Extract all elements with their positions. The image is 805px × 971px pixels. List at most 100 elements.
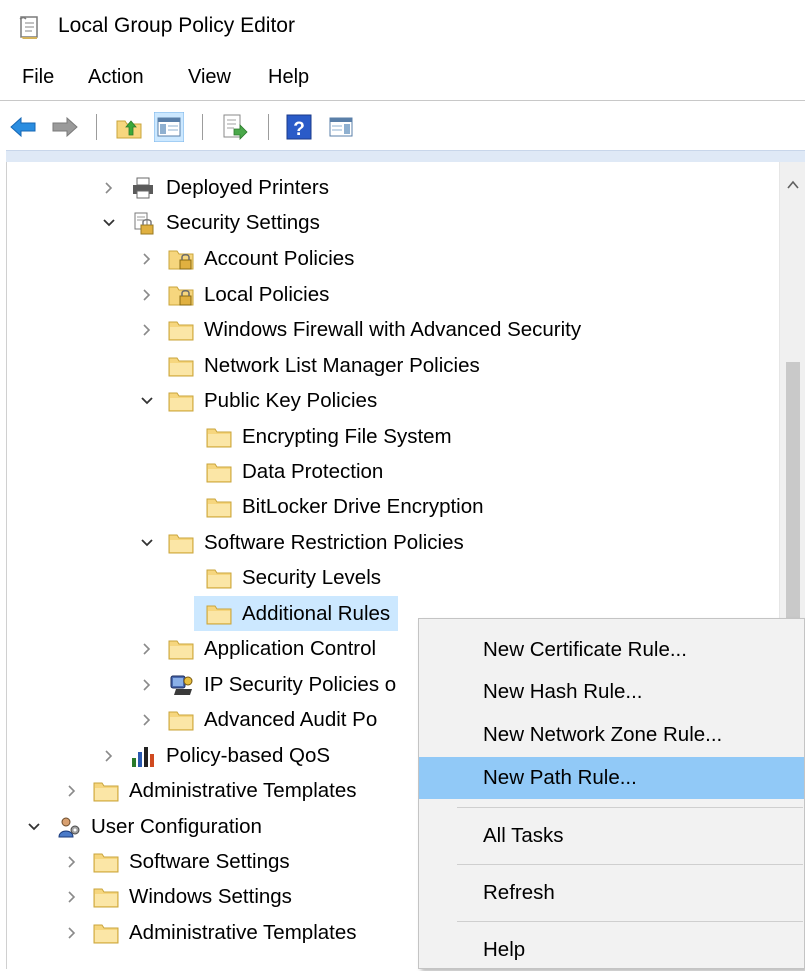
menu-action[interactable]: Action — [86, 66, 146, 89]
title-bar: Local Group Policy Editor — [0, 0, 805, 56]
export-list-icon[interactable] — [220, 112, 250, 142]
forward-arrow-icon[interactable] — [50, 112, 80, 142]
tree-item-label: Encrypting File System — [242, 424, 452, 448]
menu-item-new-path-rule[interactable]: New Path Rule... — [419, 757, 804, 799]
locked-folder-icon — [168, 286, 194, 305]
show-hide-console-tree-icon[interactable] — [154, 112, 184, 142]
back-arrow-icon[interactable] — [8, 112, 38, 142]
tree-item-label: User Configuration — [91, 814, 262, 838]
context-menu: New Certificate Rule... New Hash Rule...… — [418, 618, 805, 969]
folder-icon — [168, 711, 194, 730]
tree-item-additional-rules[interactable]: Additional Rules — [194, 596, 399, 631]
folder-icon — [168, 321, 194, 340]
menu-item-help[interactable]: Help — [419, 929, 804, 971]
tree-item-label: Deployed Printers — [166, 175, 329, 199]
chevron-right-icon[interactable] — [138, 640, 156, 658]
tree-item-label: Local Policies — [204, 282, 330, 306]
tree-item-public-key-policies[interactable]: Public Key Policies — [138, 383, 377, 418]
tree-item-label: Software Settings — [129, 849, 290, 873]
tree-item-data-protection[interactable]: Data Protection — [176, 454, 383, 489]
tree-item-deployed-printers[interactable]: Deployed Printers — [100, 170, 329, 205]
menu-help[interactable]: Help — [266, 66, 311, 89]
chevron-down-icon[interactable] — [25, 818, 43, 836]
tree-item-software-settings[interactable]: Software Settings — [63, 844, 290, 879]
folder-icon — [206, 498, 232, 517]
user-config-icon — [58, 817, 80, 837]
menu-item-refresh[interactable]: Refresh — [419, 872, 804, 914]
security-settings-icon — [134, 212, 154, 234]
tree-item-label: Policy-based QoS — [166, 743, 331, 767]
tree-item-security-settings[interactable]: Security Settings — [100, 205, 320, 240]
chevron-right-icon[interactable] — [63, 888, 81, 906]
toolbar-separator — [202, 114, 203, 140]
tree-item-label: BitLocker Drive Encryption — [242, 494, 484, 518]
tree-item-administrative-templates[interactable]: Administrative Templates — [63, 773, 357, 808]
folder-icon — [168, 357, 194, 376]
tree-item-user-configuration[interactable]: User Configuration — [25, 809, 262, 844]
tree-item-label: Windows Settings — [129, 884, 292, 908]
tree-item-bitlocker[interactable]: BitLocker Drive Encryption — [176, 489, 484, 524]
menu-separator — [457, 921, 803, 922]
menu-item-new-hash-rule[interactable]: New Hash Rule... — [419, 671, 804, 713]
tree-item-software-restriction-policies[interactable]: Software Restriction Policies — [138, 525, 464, 560]
chevron-right-icon[interactable] — [138, 711, 156, 729]
chevron-right-icon[interactable] — [63, 924, 81, 942]
tree-item-label: Public Key Policies — [204, 388, 378, 412]
scroll-up-arrow-icon[interactable] — [786, 178, 800, 192]
printer-icon — [133, 177, 153, 198]
tree-item-account-policies[interactable]: Account Policies — [138, 241, 354, 276]
tree-item-label: Network List Manager Policies — [204, 353, 480, 377]
tree-item-windows-settings[interactable]: Windows Settings — [63, 879, 292, 914]
tree-item-network-list-manager[interactable]: Network List Manager Policies — [138, 348, 480, 383]
tree-item-user-administrative-templates[interactable]: Administrative Templates — [63, 915, 357, 950]
up-folder-icon[interactable] — [114, 112, 144, 142]
tree-item-windows-firewall[interactable]: Windows Firewall with Advanced Security — [138, 312, 581, 347]
folder-icon — [206, 428, 232, 447]
chevron-right-icon[interactable] — [100, 179, 118, 197]
help-icon[interactable]: ? — [284, 112, 314, 142]
folder-icon — [206, 605, 232, 624]
tree-item-local-policies[interactable]: Local Policies — [138, 277, 329, 312]
tree-item-label: IP Security Policies o — [204, 672, 397, 696]
chevron-right-icon[interactable] — [138, 286, 156, 304]
chevron-down-icon[interactable] — [100, 214, 118, 232]
tree-item-label: Windows Firewall with Advanced Security — [204, 317, 582, 341]
folder-icon — [206, 463, 232, 482]
chevron-down-icon[interactable] — [138, 534, 156, 552]
tree-item-encrypting-file-system[interactable]: Encrypting File System — [176, 419, 452, 454]
chevron-down-icon[interactable] — [138, 392, 156, 410]
tree-item-advanced-audit[interactable]: Advanced Audit Po — [138, 702, 377, 737]
tree-item-policy-based-qos[interactable]: Policy-based QoS — [100, 738, 330, 773]
menu-item-new-network-zone-rule[interactable]: New Network Zone Rule... — [419, 714, 804, 756]
tree-item-label: Security Levels — [242, 565, 382, 589]
tree-item-application-control[interactable]: Application Control — [138, 631, 376, 666]
policy-editor-icon — [19, 16, 38, 39]
folder-icon — [206, 569, 232, 588]
tree-item-label: Additional Rules — [242, 601, 391, 625]
tree-item-label: Administrative Templates — [129, 778, 357, 802]
menu-file[interactable]: File — [20, 66, 56, 89]
menu-separator — [457, 807, 803, 808]
menu-view[interactable]: View — [186, 66, 233, 89]
menu-separator — [457, 864, 803, 865]
tree-item-ip-security-policies[interactable]: IP Security Policies o — [138, 667, 396, 702]
menu-item-new-certificate-rule[interactable]: New Certificate Rule... — [419, 629, 804, 671]
chevron-right-icon[interactable] — [138, 676, 156, 694]
chevron-right-icon[interactable] — [63, 782, 81, 800]
tree-item-label: Advanced Audit Po — [204, 707, 378, 731]
chevron-right-icon[interactable] — [138, 321, 156, 339]
menu-bar: File Action View Help — [0, 58, 805, 98]
pane-header-strip — [6, 150, 805, 162]
menu-item-all-tasks[interactable]: All Tasks — [419, 815, 804, 857]
chevron-right-icon[interactable] — [63, 853, 81, 871]
menu-divider — [0, 100, 805, 101]
qos-chart-icon — [132, 746, 154, 767]
ip-security-icon — [170, 675, 193, 695]
show-hide-action-pane-icon[interactable] — [326, 112, 356, 142]
chevron-right-icon[interactable] — [138, 250, 156, 268]
folder-icon — [93, 924, 119, 943]
tree-item-label: Software Restriction Policies — [204, 530, 464, 554]
folder-icon — [168, 392, 194, 411]
chevron-right-icon[interactable] — [100, 747, 118, 765]
tree-item-security-levels[interactable]: Security Levels — [176, 560, 381, 595]
